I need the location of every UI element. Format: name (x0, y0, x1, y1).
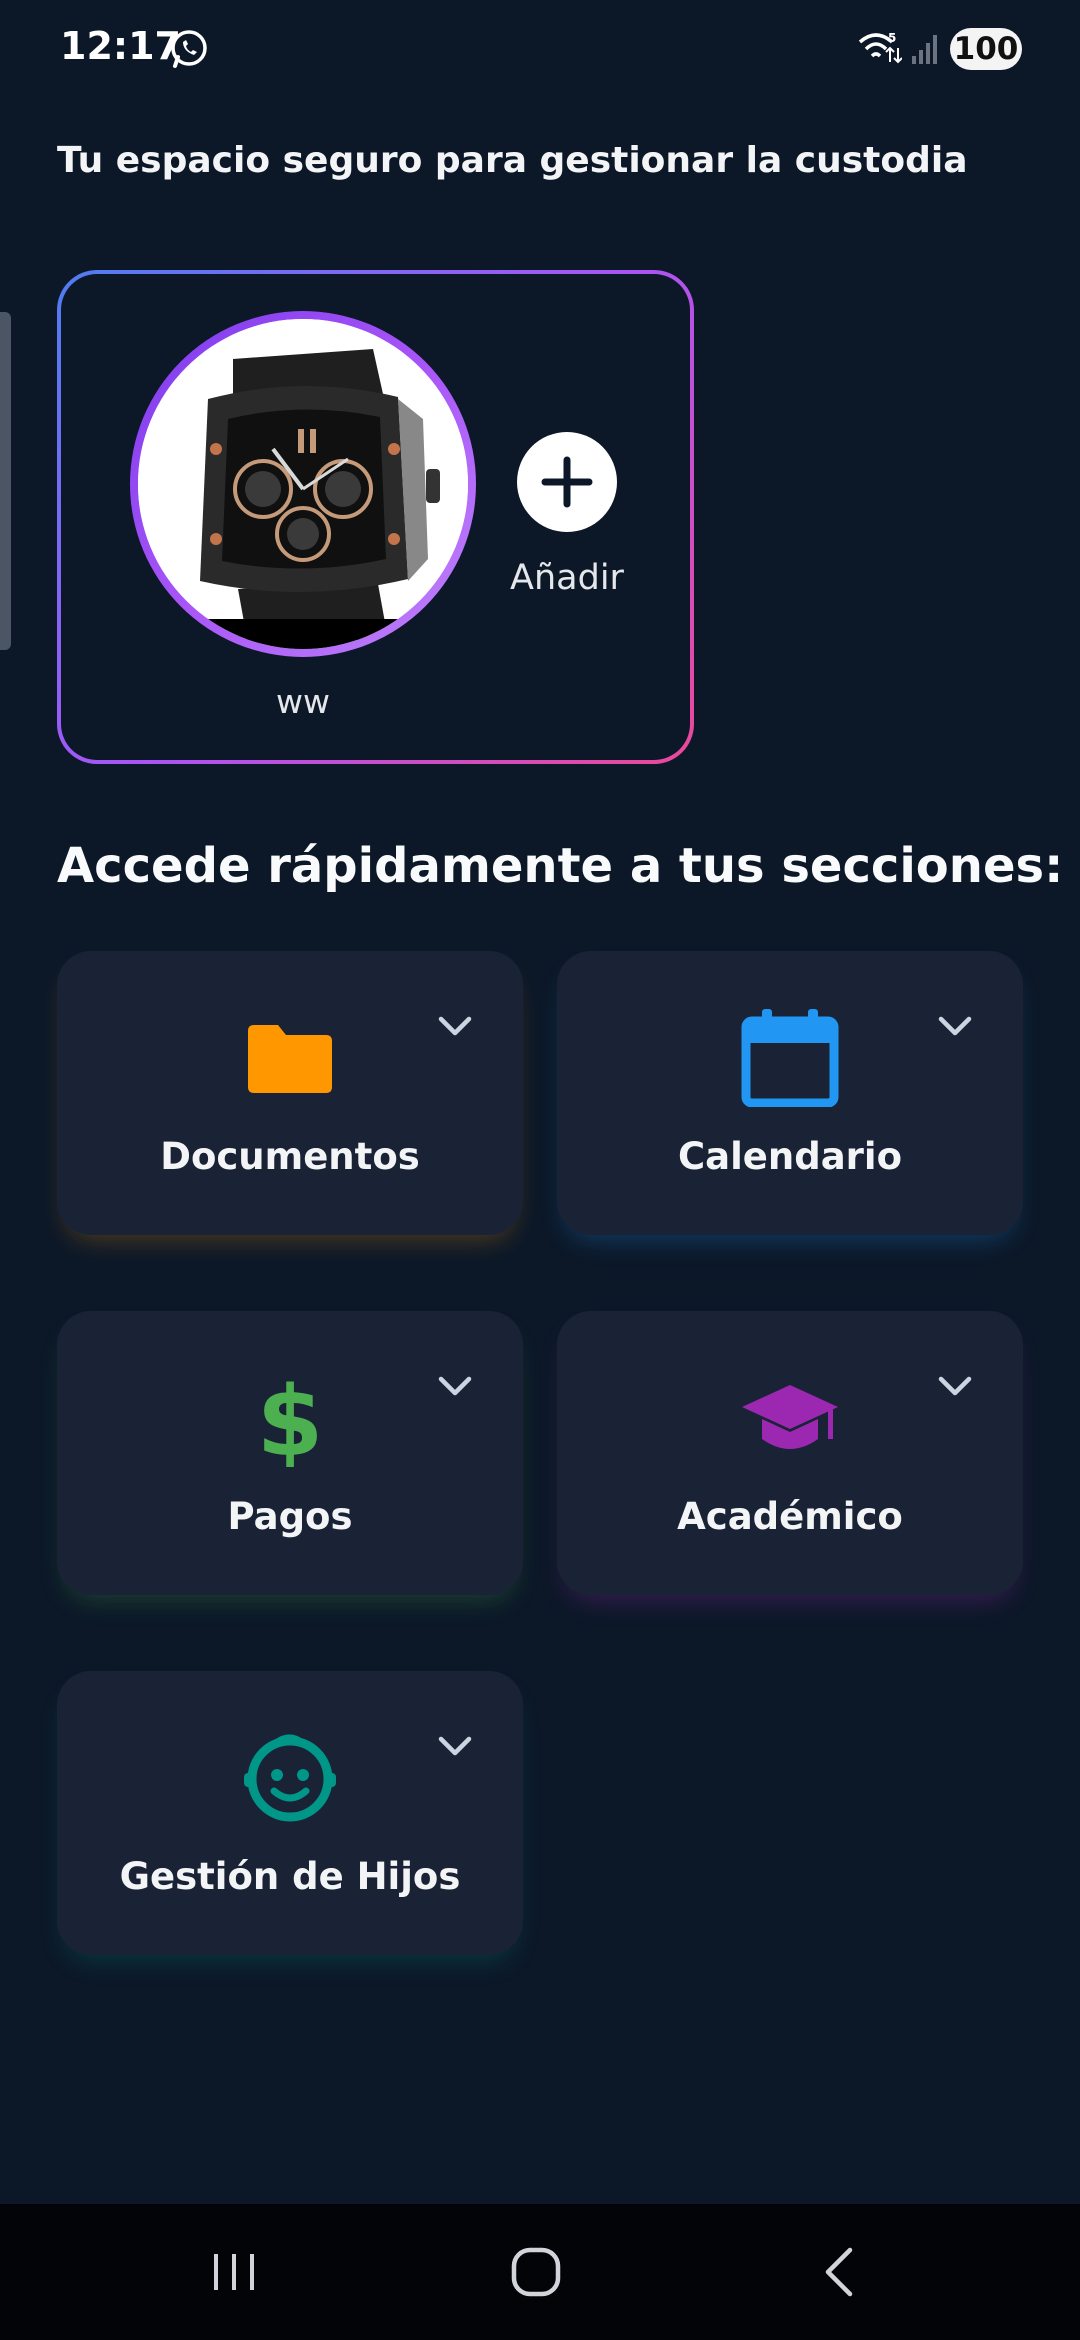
tile-label: Académico (677, 1495, 903, 1538)
tile-label: Documentos (160, 1135, 420, 1178)
edge-panel-handle[interactable] (0, 312, 11, 650)
wifi-icon: 5 (858, 31, 902, 64)
tile-label: Pagos (227, 1495, 353, 1538)
add-profile-label[interactable]: Añadir (497, 558, 637, 598)
svg-text:5: 5 (888, 31, 896, 45)
home-icon[interactable] (496, 2242, 576, 2302)
svg-text:$: $ (257, 1367, 324, 1467)
profile-name: ww (276, 682, 330, 721)
plus-icon (541, 456, 593, 508)
tile-label: Gestión de Hijos (119, 1855, 461, 1898)
tile-label: Calendario (677, 1135, 903, 1178)
status-time: 12:17 (60, 24, 181, 68)
chevron-down-icon[interactable] (935, 1011, 975, 1041)
folder-icon (248, 1025, 332, 1093)
calendar-icon (741, 1009, 839, 1107)
page-subtitle: Tu espacio seguro para gestionar la cust… (57, 140, 968, 181)
sections-heading: Accede rápidamente a tus secciones: (57, 838, 1064, 894)
graduation-cap-icon (742, 1385, 838, 1449)
app-screen: 12:17 5 100 Tu espacio seguro para gesti… (0, 0, 1080, 2340)
add-profile-button[interactable] (517, 432, 617, 532)
chevron-down-icon[interactable] (435, 1731, 475, 1761)
recent-apps-icon[interactable] (194, 2242, 274, 2302)
chevron-down-icon[interactable] (435, 1011, 475, 1041)
chevron-down-icon[interactable] (935, 1371, 975, 1401)
dollar-icon: $ (257, 1367, 324, 1467)
battery-level: 100 (950, 28, 1022, 70)
tile-academico[interactable]: Académico (557, 1311, 1023, 1595)
system-nav-bar (0, 2204, 1080, 2340)
chevron-down-icon[interactable] (435, 1371, 475, 1401)
profile-avatar[interactable] (130, 311, 476, 657)
watch-photo-icon (138, 319, 468, 649)
back-icon[interactable] (800, 2242, 880, 2302)
child-face-icon (244, 1734, 336, 1822)
status-bar: 12:17 5 100 (0, 0, 1080, 100)
tile-gestion-hijos[interactable]: Gestión de Hijos (57, 1671, 523, 1955)
whatsapp-icon (171, 30, 207, 68)
signal-icon (912, 35, 937, 64)
tile-pagos[interactable]: $ Pagos (57, 1311, 523, 1595)
tile-documentos[interactable]: Documentos (57, 951, 523, 1235)
tile-calendario[interactable]: Calendario (557, 951, 1023, 1235)
profiles-card: ww Añadir (57, 270, 694, 764)
